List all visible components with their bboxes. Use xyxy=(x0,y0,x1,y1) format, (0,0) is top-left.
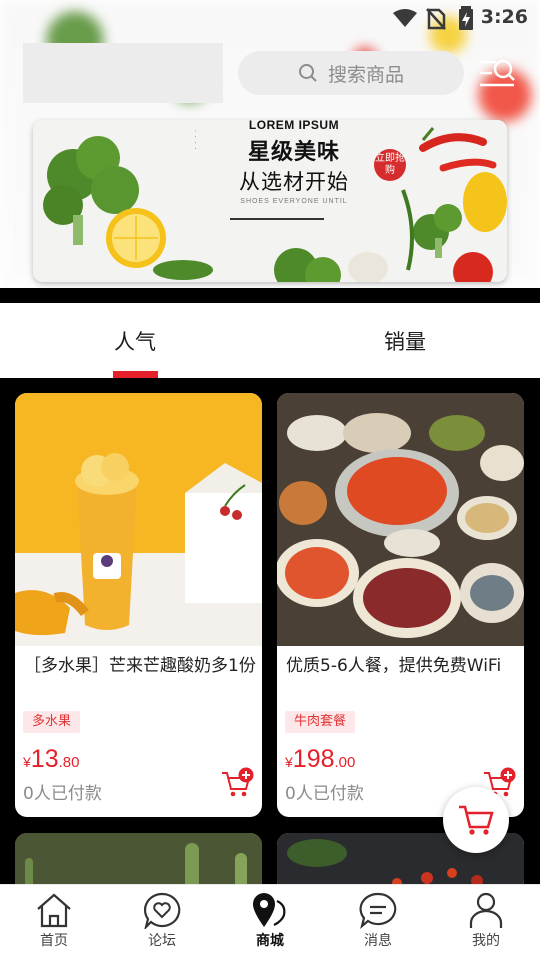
search-input[interactable]: 搜索商品 xyxy=(238,51,464,95)
buy-now-seal: 立即抢购 xyxy=(374,149,406,181)
sort-tabs: 人气 销量 xyxy=(0,303,540,378)
product-name: 优质5-6人餐，提供免费WiFi xyxy=(286,656,502,676)
tab-label: 人气 xyxy=(114,329,156,354)
forum-heart-icon xyxy=(143,892,181,929)
product-tag: 多水果 xyxy=(23,711,81,733)
product-tag: 牛肉套餐 xyxy=(285,711,356,733)
promo-banner[interactable]: · · · · LOREM IPSUM 星级美味 从选材开始 SHOES EVE… xyxy=(33,120,507,282)
bottom-navigation: 首页 论坛 商城 消息 我的 xyxy=(0,884,540,960)
add-to-cart-icon[interactable] xyxy=(220,767,254,799)
nav-label: 商城 xyxy=(256,933,284,949)
message-icon xyxy=(359,892,397,929)
cart-icon xyxy=(459,805,494,835)
banner-vertical-text: · · · · xyxy=(191,130,198,151)
menu-search-icon[interactable] xyxy=(478,58,516,90)
banner-subtitle: 从选材开始 xyxy=(239,170,349,194)
price-decimal: .00 xyxy=(334,754,356,771)
nav-home[interactable]: 首页 xyxy=(0,885,108,960)
status-bar: 3:26 xyxy=(0,0,540,36)
no-sim-icon xyxy=(426,8,446,30)
product-price: ¥198.00 xyxy=(285,745,355,774)
product-image-hotpot xyxy=(277,393,524,646)
nav-mall[interactable]: 商城 xyxy=(216,885,324,960)
tab-sales[interactable]: 销量 xyxy=(270,303,540,378)
product-card[interactable]: 优质5-6人餐，提供免费WiFi 牛肉套餐 ¥198.00 0人已付款 xyxy=(277,393,524,817)
header: 3:26 搜索商品 · · · · LOREM IPSUM 星级美味 从选材开始… xyxy=(0,0,540,288)
tab-popularity[interactable]: 人气 xyxy=(0,303,270,378)
product-name: ［多水果］芒来芒趣酸奶多1份 xyxy=(24,656,256,676)
nav-label: 消息 xyxy=(364,933,392,949)
price-currency: ¥ xyxy=(23,754,31,770)
nav-label: 我的 xyxy=(472,933,500,949)
product-card[interactable]: ［多水果］芒来芒趣酸奶多1份 多水果 ¥13.80 0人已付款 xyxy=(15,393,262,817)
nav-label: 首页 xyxy=(40,933,68,949)
floating-cart-button[interactable] xyxy=(443,787,509,853)
nav-label: 论坛 xyxy=(148,933,176,949)
product-image-mango-yogurt xyxy=(15,393,262,646)
search-placeholder: 搜索商品 xyxy=(327,63,404,86)
product-price: ¥13.80 xyxy=(23,745,79,774)
status-time: 3:26 xyxy=(480,6,528,28)
price-integer: 198 xyxy=(292,745,335,773)
nav-profile[interactable]: 我的 xyxy=(432,885,540,960)
banner-text: LOREM IPSUM 星级美味 从选材开始 SHOES EVERYONE UN… xyxy=(229,120,359,205)
price-decimal: .80 xyxy=(58,754,80,771)
search-icon xyxy=(298,64,317,82)
banner-divider xyxy=(230,218,324,220)
nav-messages[interactable]: 消息 xyxy=(324,885,432,960)
banner-lorem: LOREM IPSUM xyxy=(248,120,340,132)
nav-forum[interactable]: 论坛 xyxy=(108,885,216,960)
profile-icon xyxy=(469,892,503,928)
price-currency: ¥ xyxy=(285,754,293,770)
home-icon xyxy=(37,893,71,928)
tab-label: 销量 xyxy=(384,329,426,354)
tab-active-indicator xyxy=(112,371,158,378)
price-integer: 13 xyxy=(30,745,59,773)
wifi-icon xyxy=(393,9,417,27)
paid-count: 0人已付款 xyxy=(23,784,102,804)
logo-placeholder xyxy=(23,43,223,103)
location-pin-icon xyxy=(253,893,286,927)
banner-caption: SHOES EVERYONE UNTIL xyxy=(240,198,348,205)
banner-title: 星级美味 xyxy=(247,140,340,165)
battery-charging-icon xyxy=(459,6,473,30)
paid-count: 0人已付款 xyxy=(285,784,364,804)
